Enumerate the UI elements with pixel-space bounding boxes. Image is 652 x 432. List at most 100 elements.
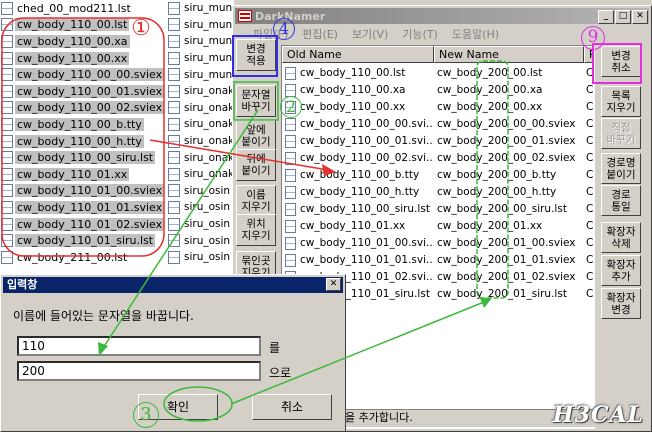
file-name: siru_onak: [184, 118, 234, 131]
explorer-file-item[interactable]: cw_body_110_01_siru.lst: [0, 232, 166, 249]
path-cell: C:: [586, 254, 594, 266]
tool-button[interactable]: 변경 취소: [601, 46, 641, 77]
replace-input[interactable]: 200: [17, 361, 261, 381]
explorer-file-item[interactable]: siru_osin: [167, 183, 234, 200]
explorer-file-list[interactable]: ched_00_mod211.lst cw_body_110_00.lst cw_b…: [0, 0, 234, 276]
table-row[interactable]: cw_body_110_00_b.tty cw_body_200_00_b.tty…: [282, 167, 594, 184]
tool-button[interactable]: 위치 지우기: [236, 214, 276, 246]
file-icon: [285, 203, 296, 216]
table-row[interactable]: cw_body_110_00_02.svi... cw_body_200_00_0…: [282, 150, 594, 167]
explorer-file-item[interactable]: siru_osin: [167, 216, 234, 233]
tool-button[interactable]: 목록 지우기: [601, 86, 641, 117]
explorer-file-item[interactable]: cw_body_110_00_02.sviex: [0, 100, 166, 117]
file-icon: [1, 51, 13, 65]
path-cell: C:: [586, 67, 594, 79]
explorer-file-item[interactable]: cw_body_110_01_00.sviex: [0, 183, 166, 200]
cancel-button[interactable]: 취소: [252, 394, 332, 420]
explorer-file-item[interactable]: cw_body_110_01_01.sviex: [0, 199, 166, 216]
table-row[interactable]: cw_body_110_01.xx cw_body_200_01.xx C:: [282, 218, 594, 235]
explorer-file-item[interactable]: siru_onak: [167, 133, 234, 150]
explorer-file-item[interactable]: siru_osin: [167, 232, 234, 249]
explorer-file-item[interactable]: siru_onak: [167, 166, 234, 183]
file-icon: [285, 254, 296, 267]
path-cell: C:: [586, 135, 594, 147]
maximize-button[interactable]: □: [615, 10, 631, 24]
table-row[interactable]: cw_body_110_01_01.svi... cw_body_200_01_0…: [282, 252, 594, 269]
old-name-cell: cw_body_110_00_h.tty: [300, 186, 420, 198]
column-header-new[interactable]: New Name: [434, 46, 584, 63]
table-row[interactable]: cw_body_110_00_h.tty cw_body_200_00_h.tty…: [282, 184, 594, 201]
file-name: siru_mun: [184, 68, 233, 81]
minimize-button[interactable]: _: [598, 10, 614, 24]
app-icon: [238, 10, 252, 22]
tool-button[interactable]: 경로 통일: [601, 185, 641, 216]
explorer-file-item[interactable]: siru_osin: [167, 249, 234, 266]
tool-button[interactable]: 경로명 붙이기: [601, 153, 641, 184]
darknamer-title-bar[interactable]: DarkNamer _ □ ✕: [235, 8, 649, 24]
file-name: cw_body_211_00.lst: [17, 250, 128, 264]
close-button[interactable]: ✕: [632, 10, 648, 24]
explorer-file-item[interactable]: siru_onak: [167, 100, 234, 117]
new-name-cell: cw_body_200_00_01.sviex: [437, 135, 576, 147]
tool-button[interactable]: 확장자 추가: [601, 255, 641, 286]
explorer-file-item[interactable]: cw_body_110_00_h.tty: [0, 133, 166, 150]
menu-item[interactable]: 편집(E): [302, 26, 338, 42]
explorer-file-item[interactable]: siru_mun: [167, 33, 234, 50]
file-name: siru_onak: [184, 101, 234, 114]
find-input[interactable]: 110: [17, 336, 261, 356]
menu-item[interactable]: 도움말(H): [452, 26, 499, 42]
explorer-file-item[interactable]: siru_onak: [167, 149, 234, 166]
explorer-file-item[interactable]: cw_body_110_01.xx: [0, 166, 166, 183]
explorer-file-item[interactable]: cw_body_110_01_02.sviex: [0, 216, 166, 233]
explorer-file-item[interactable]: siru_mun: [167, 66, 234, 83]
tool-button[interactable]: 확장자 삭제: [601, 222, 641, 253]
file-icon: [1, 167, 13, 181]
new-name-cell: cw_body_200_01_02.sviex: [437, 271, 576, 283]
tool-button[interactable]: 앞에 붙이기: [236, 120, 276, 152]
file-icon: [168, 200, 180, 214]
column-header-old[interactable]: Old Name: [282, 46, 434, 63]
explorer-file-item[interactable]: cw_body_110_00.xx: [0, 50, 166, 67]
file-icon: [168, 68, 180, 82]
table-row[interactable]: cw_body_110_00.xx cw_body_200_00.xx C:: [282, 99, 594, 116]
explorer-file-item[interactable]: siru_mun: [167, 50, 234, 67]
file-icon: [168, 101, 180, 115]
file-icon: [285, 186, 296, 199]
dialog-title-bar[interactable]: 입력창 ✕: [3, 277, 343, 293]
new-name-cell: cw_body_200_00_b.tty: [437, 169, 557, 181]
explorer-file-item[interactable]: siru_onak: [167, 83, 234, 100]
explorer-file-item[interactable]: siru_osin: [167, 199, 234, 216]
file-name: siru_osin: [184, 251, 231, 264]
file-icon: [1, 250, 13, 264]
tool-button[interactable]: 변경 적용: [236, 39, 276, 71]
explorer-file-item[interactable]: cw_body_110_00_b.tty: [0, 116, 166, 133]
dialog-close-button[interactable]: ✕: [326, 278, 341, 291]
explorer-file-item[interactable]: cw_body_110_00_01.sviex: [0, 83, 166, 100]
old-name-cell: cw_body_110_00_00.svi...: [300, 118, 434, 130]
explorer-file-item[interactable]: cw_body_110_00_siru.lst: [0, 149, 166, 166]
table-row[interactable]: cw_body_110_00.lst cw_body_200_00.lst C:: [282, 65, 594, 82]
table-row[interactable]: cw_body_110_00_siru.lst cw_body_200_00_si…: [282, 201, 594, 218]
old-name-cell: cw_body_110_00_01.svi...: [300, 135, 434, 147]
path-cell: C:: [586, 186, 594, 198]
tool-button[interactable]: 뒤에 붙이기: [236, 149, 276, 181]
explorer-file-item[interactable]: siru_mun: [167, 0, 234, 17]
table-row[interactable]: cw_body_110_00_00.svi... cw_body_200_00_0…: [282, 116, 594, 133]
menu-item[interactable]: 기능(T): [402, 26, 438, 42]
explorer-file-item[interactable]: cw_body_110_00_00.sviex: [0, 66, 166, 83]
table-row[interactable]: cw_body_110_00_01.svi... cw_body_200_00_0…: [282, 133, 594, 150]
explorer-file-item[interactable]: siru_onak: [167, 116, 234, 133]
explorer-file-item[interactable]: cw_body_211_00.lst: [0, 249, 166, 266]
tool-button[interactable]: 직접 바꾸기: [601, 118, 641, 149]
tool-button[interactable]: 이름 지우기: [236, 185, 276, 217]
menu-item[interactable]: 보기(V): [352, 26, 388, 42]
explorer-file-item[interactable]: siru_mun: [167, 17, 234, 34]
table-row[interactable]: cw_body_110_01_00.svi... cw_body_200_01_0…: [282, 235, 594, 252]
tool-button[interactable]: 문자열 바꾸기: [236, 85, 276, 117]
file-name: cw_body_110_00.xa: [15, 34, 130, 48]
old-name-cell: cw_body_110_00_siru.lst: [300, 203, 430, 215]
table-row[interactable]: cw_body_110_00.xa cw_body_200_00.xa C:: [282, 82, 594, 99]
file-name: siru_mun: [184, 35, 233, 48]
explorer-file-item[interactable]: ched_00_mod211.lst: [0, 0, 166, 17]
tool-button[interactable]: 확장자 변경: [601, 288, 641, 319]
